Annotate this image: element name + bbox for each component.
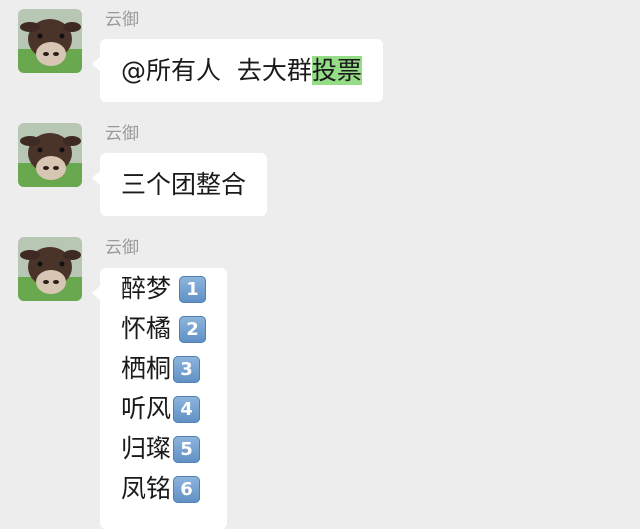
sender-name: 云御 (105, 10, 139, 30)
item-name: 凤铭 (121, 474, 172, 503)
list-item: 栖桐 3 (121, 349, 206, 389)
keycap-number-icon: 1 (179, 276, 207, 303)
list-item: 醉梦 1 (121, 269, 207, 309)
list-item: 听风 4 (121, 389, 206, 429)
list-item: 怀橘 2 (121, 309, 207, 349)
list-item: 归璨 5 (121, 429, 206, 469)
item-name: 听风 (121, 394, 172, 423)
message-text: 三个团整合 (121, 170, 247, 199)
cow-avatar-icon[interactable] (18, 237, 82, 301)
highlighted-text: 投票 (311, 56, 362, 85)
keycap-number-icon: 6 (173, 476, 201, 503)
item-name: 归璨 (121, 434, 172, 463)
sender-name: 云御 (105, 124, 139, 144)
item-name: 怀橘 (121, 314, 172, 343)
list-item: 凤铭 6 (121, 469, 206, 509)
keycap-number-icon: 2 (179, 316, 207, 343)
cow-avatar-icon[interactable] (18, 123, 82, 187)
keycap-number-icon: 3 (173, 356, 201, 383)
message-bubble[interactable]: 醉梦 1 怀橘 2 栖桐 3 听风 4 归璨 5 凤铭 6 (91, 268, 228, 529)
item-name: 醉梦 (121, 274, 172, 303)
message-text: @所有人 去大群 (121, 56, 312, 85)
keycap-number-icon: 4 (173, 396, 201, 423)
cow-avatar-icon[interactable] (18, 9, 82, 73)
message-bubble[interactable]: 三个团整合 (91, 153, 268, 216)
item-name: 栖桐 (121, 354, 172, 383)
keycap-number-icon: 5 (173, 436, 201, 463)
sender-name: 云御 (105, 238, 139, 258)
message-bubble[interactable]: @所有人 去大群投票 (92, 39, 383, 102)
